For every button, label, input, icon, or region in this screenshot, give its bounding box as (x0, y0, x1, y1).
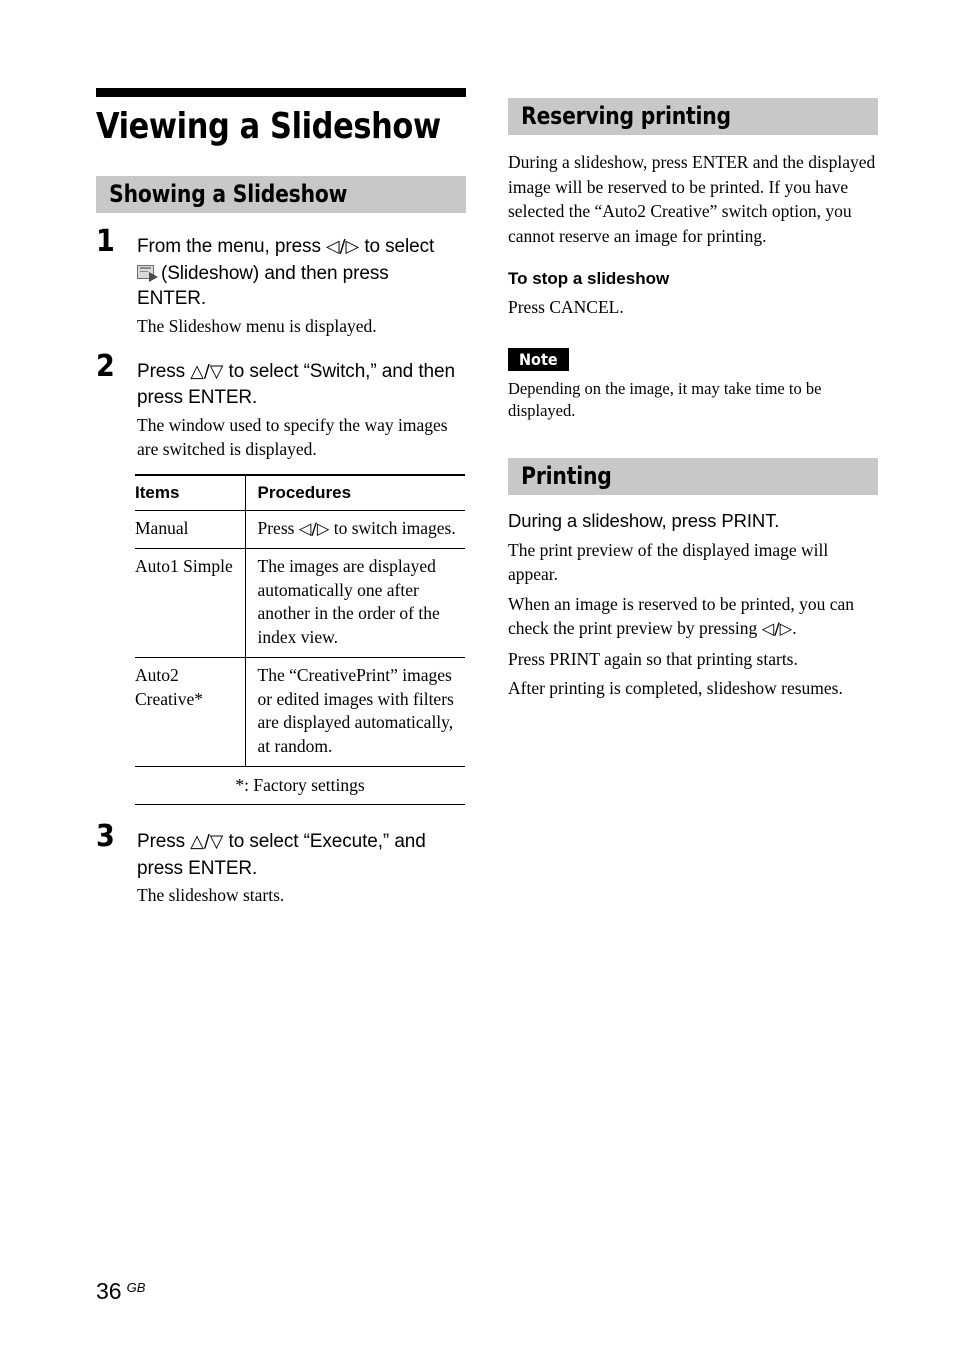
left-right-arrows-glyph: ◁/▷ (761, 619, 793, 638)
to-stop-a-slideshow-body: Press CANCEL. (508, 297, 624, 317)
chapter-title-rule (96, 88, 466, 97)
table-row: Auto2 Creative* The “CreativePrint” imag… (135, 657, 465, 767)
left-right-arrows-glyph: ◁/▷ (326, 237, 360, 257)
printing-paragraph-4: After printing is completed, slideshow r… (508, 678, 843, 698)
section-header-printing: Printing (508, 457, 878, 495)
table-row: Manual Press ◁/▷ to switch images. (135, 510, 465, 549)
step-text-part: From the menu, press (137, 236, 327, 257)
cell-text-part: to switch images. (329, 517, 456, 538)
step-heading: Press △/▽ to select “Switch,” and then p… (137, 359, 466, 411)
cell-item: Manual (135, 510, 245, 549)
note-badge: Note (508, 347, 569, 371)
up-down-arrows-glyph: △/▽ (190, 832, 224, 852)
step-text-part: Press (137, 831, 191, 852)
subheading-to-stop-a-slideshow: To stop a slideshow (508, 269, 670, 288)
cell-procedure: The “CreativePrint” images or edited ima… (244, 657, 465, 767)
printing-paragraph-1: The print preview of the displayed image… (508, 539, 829, 585)
step-3: 3 Press △/▽ to select “Execute,” and pre… (96, 822, 466, 907)
printing-lead-instruction: During a slideshow, press PRINT. (508, 509, 780, 531)
note-body-text: Depending on the image, it may take time… (508, 378, 822, 420)
column-header-items: Items (135, 473, 245, 511)
paragraph-text-part: When an image is reserved to be printed,… (508, 593, 854, 639)
step-number: 2 (96, 348, 115, 384)
column-header-procedures: Procedures (244, 473, 465, 511)
section-title: Showing a Slideshow (109, 180, 348, 208)
table-footnote: *: Factory settings (135, 766, 465, 805)
step-result-text: The window used to specify the way image… (137, 414, 448, 459)
up-down-arrows-glyph: △/▽ (190, 361, 224, 382)
table-header-row: Items Procedures (135, 473, 465, 511)
left-column: Viewing a Slideshow Showing a Slideshow … (96, 88, 466, 907)
section-title: Reserving printing (521, 102, 731, 130)
printing-paragraph-3: Press PRINT again so that printing start… (508, 648, 798, 669)
procedures-table: Items Procedures Manual Press ◁/▷ to swi… (135, 473, 465, 805)
table-footnote-row: *: Factory settings (135, 766, 465, 805)
reserving-printing-paragraph: During a slideshow, press ENTER and the … (508, 152, 876, 246)
section-title: Printing (521, 461, 612, 490)
step-heading: From the menu, press ◁/▷ to select (Slid… (137, 234, 466, 312)
play-triangle-shape (149, 271, 158, 282)
printing-paragraph-2: When an image is reserved to be printed,… (508, 592, 878, 642)
paragraph-text-part: . (792, 618, 797, 638)
document-page: Viewing a Slideshow Showing a Slideshow … (0, 0, 954, 1352)
slideshow-icon (137, 264, 158, 282)
page-region-code: GB (126, 1280, 146, 1295)
cell-item: Auto2 Creative* (135, 665, 204, 709)
cell-procedure: The images are displayed automatically o… (244, 548, 465, 658)
page-footer: 36 GB (96, 1278, 145, 1304)
section-header-reserving-printing: Reserving printing (508, 98, 878, 135)
step-result-text: The Slideshow menu is displayed. (137, 315, 377, 336)
step-text-part: Press (137, 360, 191, 382)
step-heading: Press △/▽ to select “Execute,” and press… (137, 829, 466, 881)
step-number: 3 (96, 819, 115, 854)
page-number: 36 (96, 1278, 122, 1304)
step-text-part: to select (359, 236, 435, 257)
right-column: Reserving printing During a slideshow, p… (508, 98, 878, 701)
page-title: Viewing a Slideshow (96, 106, 441, 147)
step-1: 1 From the menu, press ◁/▷ to select (Sl… (96, 227, 466, 338)
step-result-text: The slideshow starts. (137, 885, 285, 905)
table-row: Auto1 Simple The images are displayed au… (135, 548, 465, 658)
step-number: 1 (96, 224, 115, 259)
step-text-part: ENTER. (137, 288, 207, 309)
cell-item: Auto1 Simple (135, 548, 245, 658)
section-header-showing-a-slideshow: Showing a Slideshow (96, 176, 466, 213)
left-right-arrows-glyph: ◁/▷ (298, 518, 330, 538)
cell-procedure: Press ◁/▷ to switch images. (244, 510, 465, 549)
cell-text-part: Press (257, 517, 299, 538)
step-text-part: (Slideshow) and then press (161, 262, 389, 284)
step-2: 2 Press △/▽ to select “Switch,” and then… (96, 351, 466, 461)
